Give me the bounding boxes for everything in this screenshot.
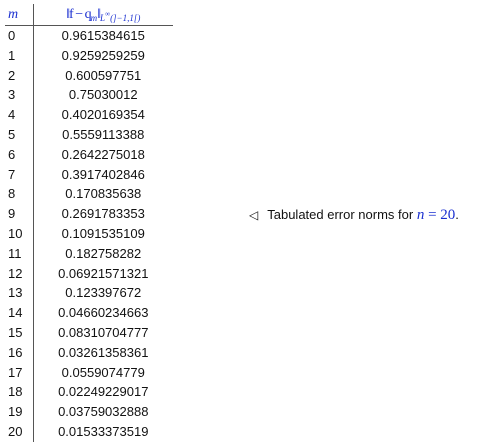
row-m-cell: 4	[5, 105, 34, 125]
row-m-cell: 12	[5, 263, 34, 284]
row-norm-cell: 0.03261358361	[58, 344, 149, 360]
caption-period: .	[455, 207, 459, 222]
table-row: 16 0.03261358361	[5, 342, 173, 363]
row-m-cell: 9	[5, 204, 34, 224]
row-norm-cell: 0.182758282	[65, 245, 142, 261]
table-header-row: m ‖f − qm‖L∞(]−1,1[)	[5, 4, 173, 26]
row-norm-cell: 0.4020169354	[61, 107, 145, 123]
row-norm-cell: 0.03759032888	[58, 404, 149, 420]
row-norm-cell: 0.75030012	[68, 87, 138, 103]
caption-math-rest: = 20	[424, 207, 456, 223]
header-norm-main: ‖f − q	[66, 6, 91, 22]
row-m-cell: 5	[5, 124, 34, 145]
row-norm-cell: 0.01533373519	[58, 423, 149, 439]
row-norm-cell: 0.170835638	[65, 186, 142, 202]
row-norm-cell: 0.123397672	[65, 285, 142, 301]
row-norm-cell: 0.08310704777	[58, 324, 149, 340]
row-m-cell: 18	[5, 382, 34, 403]
table-row: 1 0.9259259259	[5, 45, 173, 66]
table-row: 4 0.4020169354	[5, 105, 173, 125]
table-row: 7 0.3917402846	[5, 164, 173, 185]
row-m-cell: 1	[5, 45, 34, 66]
row-m-cell: 15	[5, 322, 34, 343]
row-m-cell: 13	[5, 283, 34, 304]
row-m-cell: 14	[5, 303, 34, 323]
row-m-cell: 20	[5, 421, 34, 442]
table-row: 11 0.182758282	[5, 243, 173, 264]
table-row: 13 0.123397672	[5, 283, 173, 304]
table-row: 14 0.04660234663	[5, 303, 173, 323]
row-norm-cell: 0.06921571321	[58, 265, 149, 281]
table-row: 18 0.02249229017	[5, 382, 173, 403]
table-row: 0 0.9615384615	[5, 25, 173, 46]
header-norm-space: L∞(]−1,1[)	[100, 10, 141, 23]
row-m-cell: 0	[5, 25, 34, 46]
table-row: 19 0.03759032888	[5, 402, 173, 422]
error-norm-table-container: m ‖f − qm‖L∞(]−1,1[) 0 0.9615384615 1 0.925…	[5, 4, 173, 442]
table-row: 9 0.2691783353	[5, 204, 173, 224]
row-m-cell: 7	[5, 164, 34, 185]
row-m-cell: 11	[5, 243, 34, 264]
row-m-cell: 3	[5, 85, 34, 106]
row-norm-cell: 0.2642275018	[61, 146, 145, 162]
header-m: m	[5, 4, 34, 26]
table-row: 8 0.170835638	[5, 184, 173, 205]
row-norm-cell: 0.600597751	[65, 67, 142, 83]
row-norm-cell: 0.02249229017	[58, 384, 149, 400]
table-row: 3 0.75030012	[5, 85, 173, 106]
table-row: 15 0.08310704777	[5, 322, 173, 343]
caption-marker-icon: ◁	[249, 208, 259, 222]
table-body: 0 0.9615384615 1 0.9259259259 2 0.600597751 3 0…	[5, 25, 173, 442]
table-caption: ◁ Tabulated error norms for n = 20.	[249, 207, 459, 224]
header-norm: ‖f − qm‖L∞(]−1,1[)	[33, 4, 173, 26]
table-row: 5 0.5559113388	[5, 124, 173, 145]
row-norm-cell: 0.5559113388	[62, 126, 145, 142]
row-m-cell: 16	[5, 342, 34, 363]
row-m-cell: 6	[5, 144, 34, 165]
table-row: 2 0.600597751	[5, 65, 173, 86]
table-row: 12 0.06921571321	[5, 263, 173, 284]
header-norm-interval: (]−1,1[)	[110, 12, 141, 23]
table-row: 10 0.1091535109	[5, 223, 173, 244]
row-m-cell: 8	[5, 184, 34, 205]
row-m-cell: 19	[5, 402, 34, 422]
row-norm-cell: 0.9615384615	[61, 28, 145, 43]
row-m-cell: 2	[5, 65, 34, 86]
error-norm-table: m ‖f − qm‖L∞(]−1,1[) 0 0.9615384615 1 0.925…	[5, 4, 173, 442]
table-row: 6 0.2642275018	[5, 144, 173, 165]
row-norm-cell: 0.1091535109	[61, 225, 145, 241]
caption-text: Tabulated error norms for	[267, 207, 414, 222]
table-row: 20 0.01533373519	[5, 421, 173, 442]
row-norm-cell: 0.2691783353	[61, 206, 145, 222]
row-norm-cell: 0.04660234663	[58, 305, 149, 321]
row-norm-cell: 0.3917402846	[61, 166, 145, 182]
table-row: 17 0.0559074779	[5, 362, 173, 383]
row-norm-cell: 0.9259259259	[61, 47, 145, 63]
row-m-cell: 17	[5, 362, 34, 383]
row-m-cell: 10	[5, 223, 34, 244]
caption-math: n = 20	[417, 207, 455, 223]
row-norm-cell: 0.0559074779	[61, 364, 145, 380]
